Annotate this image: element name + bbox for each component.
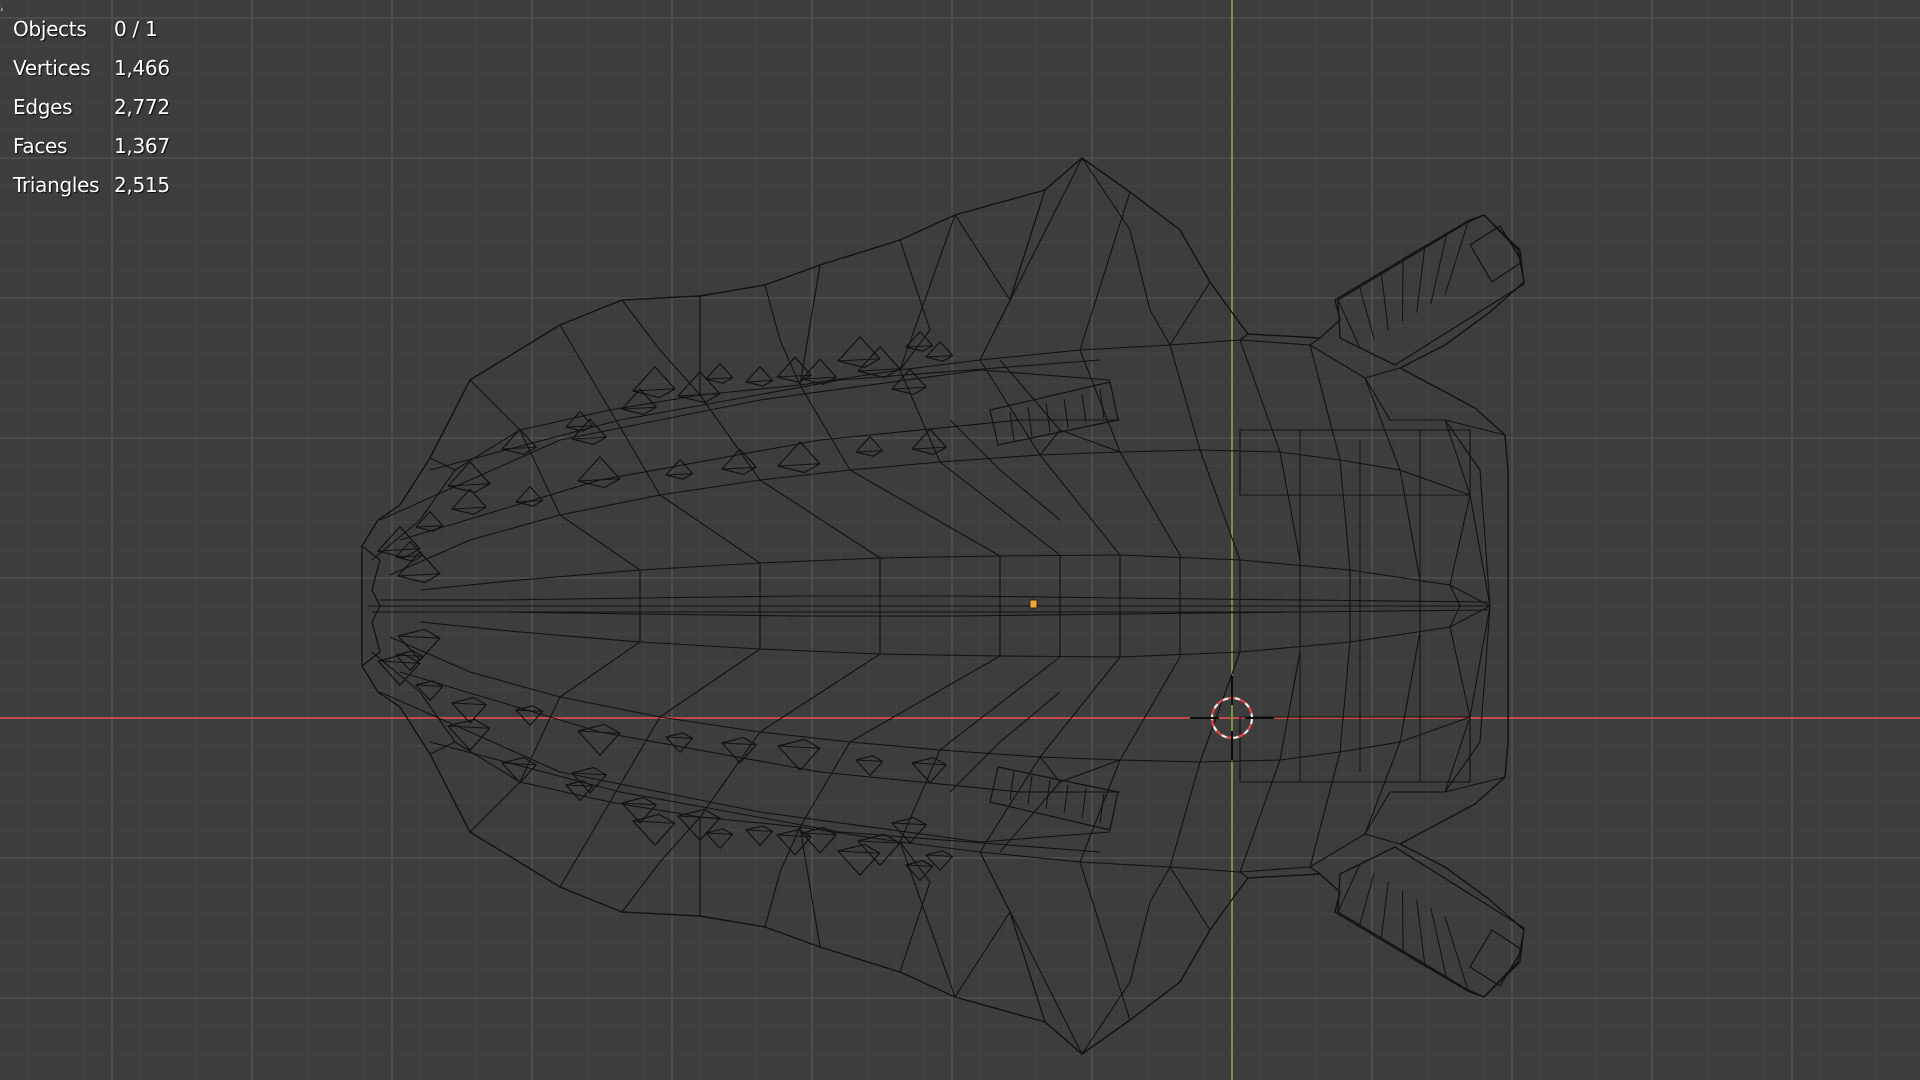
stat-value: 2,772 <box>114 95 170 119</box>
stat-row-objects: Objects 0 / 1 <box>13 14 170 53</box>
stat-value: 2,515 <box>114 173 170 197</box>
object-origin-icon[interactable] <box>1029 599 1038 609</box>
3d-cursor-icon[interactable] <box>1190 676 1274 760</box>
stat-label: Edges <box>13 95 73 119</box>
stat-value: 1,367 <box>114 134 170 158</box>
stat-row-triangles: Triangles 2,515 <box>13 170 170 209</box>
collapse-arrow-icon[interactable]: › <box>0 6 6 15</box>
stat-row-faces: Faces 1,367 <box>13 131 170 170</box>
stat-row-edges: Edges 2,772 <box>13 92 170 131</box>
stat-row-vertices: Vertices 1,466 <box>13 53 170 92</box>
stat-value: 0 / 1 <box>114 17 158 41</box>
stat-label: Faces <box>13 134 68 158</box>
viewport-overlays <box>1029 599 1274 760</box>
stat-label: Objects <box>13 17 87 41</box>
stat-label: Triangles <box>13 173 100 197</box>
statistics-overlay: Objects 0 / 1 Vertices 1,466 Edges 2,772 Faces… <box>13 14 170 209</box>
stat-label: Vertices <box>13 56 91 80</box>
3d-viewport[interactable]: › Objects 0 / 1 Vertices 1,466 Edges 2,772 Fac… <box>0 0 1920 1080</box>
stat-value: 1,466 <box>114 56 170 80</box>
